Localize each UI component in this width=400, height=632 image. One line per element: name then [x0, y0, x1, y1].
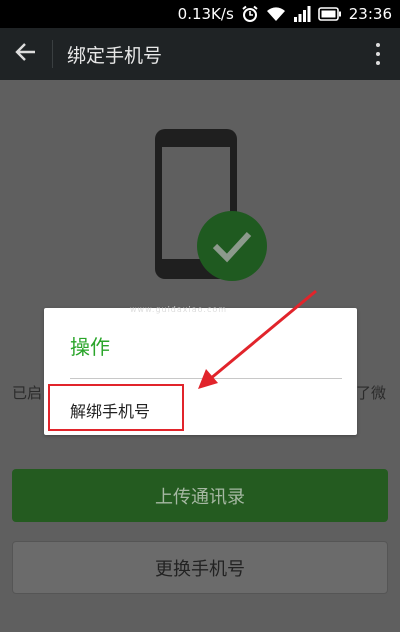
- signal-icon: [293, 6, 311, 22]
- arrow-left-icon: [15, 42, 37, 66]
- dialog-title: 操作: [70, 335, 110, 359]
- wifi-icon: [266, 6, 286, 22]
- back-button[interactable]: [0, 28, 52, 80]
- alarm-icon: [241, 5, 259, 23]
- more-options-button[interactable]: [370, 40, 386, 68]
- more-vert-dot: [376, 61, 380, 65]
- page-title: 绑定手机号: [67, 44, 163, 67]
- more-vert-dot: [376, 52, 380, 56]
- hint-text-left: 已启: [12, 384, 43, 402]
- action-bar-divider: [52, 40, 53, 68]
- watermark: www.guidaxiao.com: [130, 305, 228, 314]
- clock: 23:36: [348, 5, 392, 23]
- action-bar: 绑定手机号: [0, 28, 400, 80]
- status-bar: 0.13K/s 23:36: [0, 0, 400, 28]
- upload-contacts-button[interactable]: 上传通讯录: [12, 469, 388, 522]
- change-number-button[interactable]: 更换手机号: [12, 541, 388, 594]
- hint-text-right: 了微: [356, 384, 387, 402]
- more-vert-icon: [376, 43, 380, 47]
- battery-icon: [317, 7, 342, 21]
- check-badge-icon: [197, 211, 267, 281]
- network-speed: 0.13K/s: [177, 5, 234, 23]
- screen: 0.13K/s 23:36 绑定手机号 已启 了微 上传通讯录 更换手机号 操作…: [0, 0, 400, 632]
- dialog-divider: [70, 378, 342, 379]
- highlight-box: [48, 384, 184, 431]
